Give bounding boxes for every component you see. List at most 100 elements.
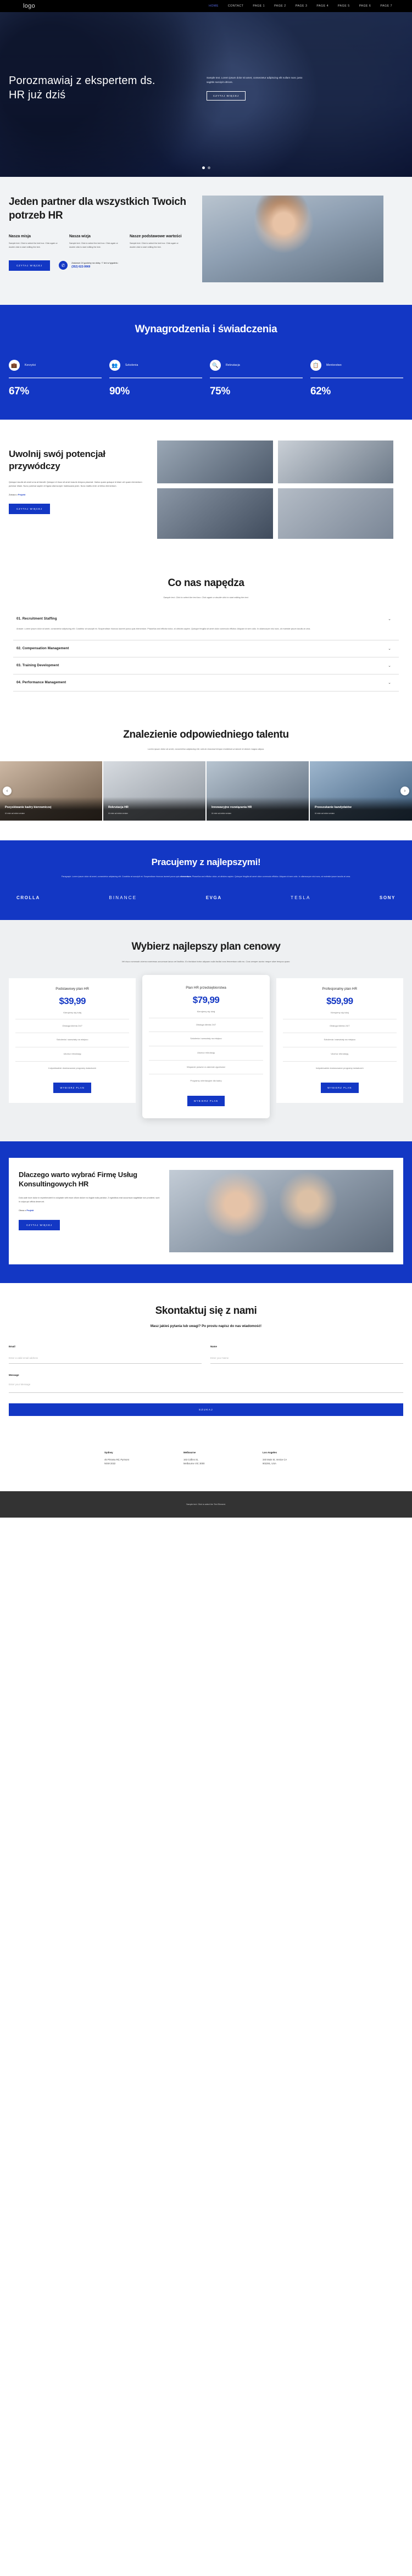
plan-lead-3: Kierujemy się tutaj: [282, 1011, 397, 1019]
accordion-item-3[interactable]: 03. Training Development ⌄: [13, 657, 399, 674]
hero-cta-button[interactable]: CZYTAJ WIĘCEJ: [207, 91, 246, 101]
plan-feature-2-4: Wsparcie prawne w zakresie zgodności: [149, 1061, 263, 1075]
search-person-icon: 🔍: [210, 360, 221, 371]
accordion-header-3[interactable]: 03. Training Development ⌄: [13, 657, 399, 674]
mission-row: Nasza misja Sample text. Click to select…: [9, 235, 190, 249]
hero-carousel-dots: [0, 166, 412, 169]
nav-link-page-4[interactable]: PAGE 4: [316, 4, 329, 8]
potential-credit-link[interactable]: Projekt: [18, 493, 25, 496]
accordion-header-4[interactable]: 04. Performance Management ⌄: [13, 674, 399, 691]
talent-card-overlay-4: Przeszukanie kandydatów Ut enim ad minim…: [310, 796, 412, 821]
why-credit-link[interactable]: Projekt: [26, 1209, 34, 1212]
talent-subtitle: Lorem ipsum dolor sit amet, consectetur …: [148, 747, 264, 750]
plan-feature-3-1: Obsługa klienta 24/7: [282, 1019, 397, 1034]
talent-card-1[interactable]: Pozyskiwanie kadry kierowniczej Ut enim …: [0, 761, 102, 821]
footer: Sample text. Click to select the Text El…: [0, 1491, 412, 1518]
pricing-card-enterprise: Plan HR przedsiębiorstwa $79,99 Kierujem…: [142, 974, 270, 1118]
chevron-down-icon[interactable]: ⌄: [388, 663, 391, 668]
plan-name-3: Profesjonalny plan HR: [322, 986, 358, 991]
contact-heading: Skontaktuj się z nami: [155, 1304, 257, 1317]
chevron-left-icon[interactable]: ‹: [3, 786, 12, 795]
email-input[interactable]: [9, 1353, 202, 1364]
stat-value-4: 62%: [310, 385, 331, 397]
brand-logo-binance: BINANCE: [109, 895, 137, 901]
chevron-down-icon[interactable]: ⌄: [388, 681, 391, 685]
message-field-wrapper: Message: [9, 1374, 403, 1396]
nav-link-home[interactable]: HOME: [209, 4, 219, 8]
drives-heading: Co nas napędza: [168, 577, 244, 589]
contact-section: Skontaktuj się z nami Masz jakieś pytani…: [0, 1283, 412, 1432]
why-text-column: Dlaczego warto wybrać Firmę Usług Konsul…: [19, 1170, 160, 1252]
nav-links: HOME CONTACT PAGE 1 PAGE 2 PAGE 3 PAGE 4…: [209, 4, 392, 8]
name-input[interactable]: [210, 1353, 403, 1364]
chevron-down-icon[interactable]: ⌄: [388, 617, 391, 621]
brand-logo-tesla: TESLA: [291, 895, 311, 901]
stat-value-1: 67%: [9, 385, 29, 397]
mission-column-2: Nasza wizja Sample text. Click to select…: [69, 235, 122, 249]
hero-dot-1[interactable]: [202, 166, 205, 169]
plan-cta-button-1[interactable]: WYBIERZ PLAN: [53, 1083, 91, 1094]
plan-cta-button-3[interactable]: WYBIERZ PLAN: [321, 1083, 359, 1094]
plan-cta-button-2[interactable]: WYBIERZ PLAN: [187, 1095, 225, 1106]
message-label: Message: [9, 1373, 19, 1376]
contact-form-row: Email Name: [9, 1345, 403, 1364]
submit-button[interactable]: SZUKAJ: [9, 1403, 403, 1416]
potential-section: Uwolnij swój potencjał przywódczy Quisqu…: [0, 419, 412, 557]
plan-name-1: Podstawowy plan HR: [55, 986, 90, 991]
phone-block[interactable]: ✆ Zadzwoń 24 godziny na dobę / 7 dni w t…: [59, 261, 118, 270]
mission-column-3: Nasze podstawowe wartości Sample text. C…: [130, 235, 182, 249]
why-credit: Obraz z Projekt: [19, 1209, 160, 1212]
accordion-item-2[interactable]: 02. Compensation Management ⌄: [13, 640, 399, 657]
plan-name-2: Plan HR przedsiębiorstwa: [186, 985, 226, 990]
nav-link-page-6[interactable]: PAGE 6: [359, 4, 371, 8]
nav-link-contact[interactable]: CONTACT: [228, 4, 244, 8]
message-input[interactable]: [9, 1380, 403, 1393]
nav-link-page-1[interactable]: PAGE 1: [253, 4, 265, 8]
accordion-title-2: 02. Compensation Management: [16, 646, 69, 651]
address-line2-3: 902291, USA: [263, 1462, 276, 1465]
accordion-header-2[interactable]: 02. Compensation Management ⌄: [13, 640, 399, 657]
potential-credit-prefix: Zobacz z: [9, 493, 18, 497]
why-image: [169, 1169, 393, 1252]
addresses-section: Sydney 45 Pirrama Rd, Pyrmont NSW 2022 M…: [0, 1432, 412, 1491]
landing-page: logo HOME CONTACT PAGE 1 PAGE 2 PAGE 3 P…: [0, 0, 412, 1518]
accordion-title-3: 03. Training Development: [16, 663, 59, 668]
accordion-header-1[interactable]: 01. Recruitment Staffing ⌄: [13, 611, 399, 627]
briefcase-icon: 💼: [9, 360, 20, 371]
partner-cta-button[interactable]: CZYTAJ WIĘCEJ: [9, 260, 51, 271]
nav-link-page-5[interactable]: PAGE 5: [338, 4, 350, 8]
potential-cta-button[interactable]: CZYTAJ WIĘCEJ: [9, 504, 51, 515]
accordion-item-4[interactable]: 04. Performance Management ⌄: [13, 674, 399, 692]
phone-icon: ✆: [59, 261, 68, 270]
talent-card-overlay-2: Rekrutacja HR Ut enim ad minim veniam: [103, 796, 205, 821]
address-city-1: Sydney: [104, 1451, 113, 1454]
pricing-card-basic: Podstawowy plan HR $39,99 Kierujemy się …: [9, 978, 136, 1103]
talent-card-4[interactable]: Przeszukanie kandydatów Ut enim ad minim…: [310, 761, 412, 821]
potential-heading: Uwolnij swój potencjał przywódczy: [9, 448, 105, 471]
accordion-title-1: 01. Recruitment Staffing: [16, 617, 57, 621]
chevron-down-icon[interactable]: ⌄: [388, 646, 391, 651]
why-cta-button[interactable]: CZYTAJ WIĘCEJ: [19, 1219, 60, 1230]
plan-feature-3-2: Szkolenia i warsztaty na miejscu: [282, 1033, 397, 1047]
stat-value-3: 75%: [210, 385, 230, 397]
phone-number[interactable]: (352) 622-9969: [71, 265, 118, 269]
nav-link-page-3[interactable]: PAGE 3: [296, 4, 308, 8]
talent-carousel: ‹ Pozyskiwanie kadry kierowniczej Ut eni…: [0, 761, 412, 821]
stat-divider-1: [9, 377, 102, 378]
chevron-right-icon[interactable]: ›: [400, 786, 409, 795]
address-city-3: Los Angeles: [263, 1451, 277, 1454]
nav-link-page-2[interactable]: PAGE 2: [274, 4, 286, 8]
plan-price-1: $39,99: [59, 995, 86, 1006]
accordion-item-1[interactable]: 01. Recruitment Staffing ⌄ Answer. Lorem…: [13, 611, 399, 640]
email-field-wrapper: Email: [9, 1345, 202, 1364]
logo[interactable]: logo: [23, 3, 35, 9]
talent-card-2[interactable]: Rekrutacja HR Ut enim ad minim veniam: [103, 761, 205, 821]
address-line2-2: Melbourne VIC 3000: [183, 1462, 205, 1465]
brands-paragraph-link[interactable]: elementum.: [180, 876, 192, 878]
people-icon: 👥: [109, 360, 120, 371]
hero-dot-2[interactable]: [207, 166, 210, 169]
pricing-plans: Podstawowy plan HR $39,99 Kierujemy się …: [9, 974, 403, 1118]
talent-card-3[interactable]: Innowacyjne rozwiązania HR Ut enim ad mi…: [207, 761, 309, 821]
nav-link-page-7[interactable]: PAGE 7: [380, 4, 392, 8]
address-city-2: Melbourne: [183, 1451, 196, 1454]
